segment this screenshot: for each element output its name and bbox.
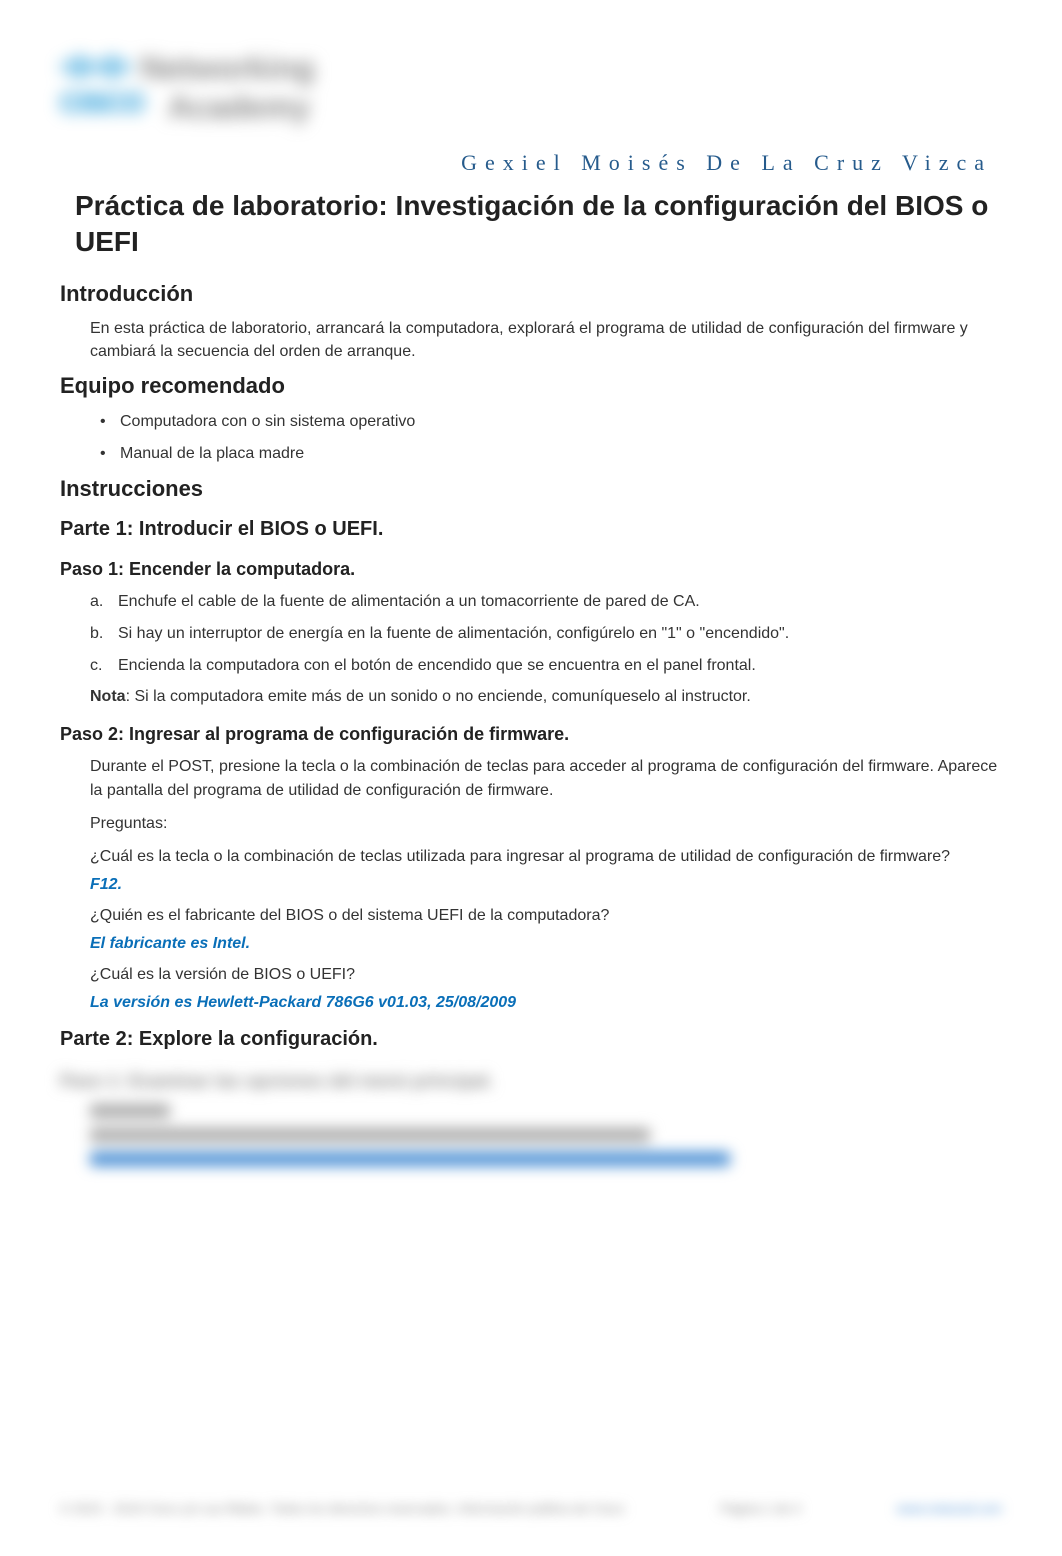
question-2: ¿Quién es el fabricante del BIOS o del s… <box>90 904 1002 927</box>
logo-academy-text: Academy <box>168 89 310 126</box>
footer-link: www.netacad.com <box>897 1501 1003 1516</box>
instructions-heading: Instrucciones <box>60 476 1002 502</box>
step-item: c. Encienda la computadora con el botón d… <box>90 654 1002 678</box>
question-3: ¿Cuál es la versión de BIOS o UEFI? <box>90 963 1002 986</box>
list-letter: b. <box>90 622 103 646</box>
note-text: : Si la computadora emite más de un soni… <box>126 688 751 705</box>
equipment-list: Computadora con o sin sistema operativo … <box>100 409 1002 466</box>
logo-blurred: Networking CISCO Academy <box>60 50 315 126</box>
author-name: Gexiel Moisés De La Cruz Vizca <box>60 150 1002 176</box>
note-label: Nota <box>90 688 126 705</box>
step2-intro: Durante el POST, presione la tecla o la … <box>90 755 1002 801</box>
list-letter: a. <box>90 590 103 614</box>
blurred-line <box>90 1128 650 1142</box>
page-footer: © 2015 - 2019 Cisco y/o sus filiales. To… <box>60 1501 1002 1516</box>
answer-1: F12. <box>90 876 1002 894</box>
equipment-heading: Equipo recomendado <box>60 373 1002 399</box>
blurred-line <box>90 1104 170 1118</box>
list-letter: c. <box>90 654 102 678</box>
step-item: b. Si hay un interruptor de energía en la… <box>90 622 1002 646</box>
part2-heading: Parte 2: Explore la configuración. <box>60 1028 1002 1051</box>
part1-heading: Parte 1: Introducir el BIOS o UEFI. <box>60 518 1002 541</box>
document-page: Networking CISCO Academy Gexiel Moisés D… <box>0 0 1062 1216</box>
question-1: ¿Cuál es la tecla o la combinación de te… <box>90 845 1002 868</box>
intro-heading: Introducción <box>60 281 1002 307</box>
footer-copyright: © 2015 - 2019 Cisco y/o sus filiales. To… <box>60 1501 624 1516</box>
step1-list: a. Enchufe el cable de la fuente de alime… <box>90 590 1002 678</box>
step2-heading: Paso 2: Ingresar al programa de configur… <box>60 724 1002 745</box>
logo-networking-text: Networking <box>140 50 314 87</box>
answer-3: La versión es Hewlett-Packard 786G6 v01.… <box>90 994 1002 1012</box>
equipment-item: Manual de la placa madre <box>100 441 1002 467</box>
step1-note: Nota: Si la computadora emite más de un … <box>90 688 1002 706</box>
step-item: a. Enchufe el cable de la fuente de alime… <box>90 590 1002 614</box>
footer-page: Página 1 de 4 <box>720 1501 800 1516</box>
document-title: Práctica de laboratorio: Investigación d… <box>75 188 1002 261</box>
blurred-content: Paso 1: Examinar las opciones del menú p… <box>60 1071 1002 1166</box>
step1-heading: Paso 1: Encender la computadora. <box>60 559 1002 580</box>
cisco-bars-icon <box>60 51 130 86</box>
step-text: Enchufe el cable de la fuente de aliment… <box>118 593 700 610</box>
logo-area: Networking CISCO Academy <box>60 50 1002 140</box>
equipment-item: Computadora con o sin sistema operativo <box>100 409 1002 435</box>
blurred-step-heading: Paso 1: Examinar las opciones del menú p… <box>60 1071 1002 1092</box>
answer-2: El fabricante es Intel. <box>90 935 1002 953</box>
step-text: Si hay un interruptor de energía en la f… <box>118 625 789 642</box>
blurred-line <box>90 1152 730 1166</box>
step-text: Encienda la computadora con el botón de … <box>118 657 756 674</box>
intro-text: En esta práctica de laboratorio, arranca… <box>90 317 1002 363</box>
logo-cisco-text: CISCO <box>60 87 144 118</box>
questions-label: Preguntas: <box>90 812 1002 835</box>
